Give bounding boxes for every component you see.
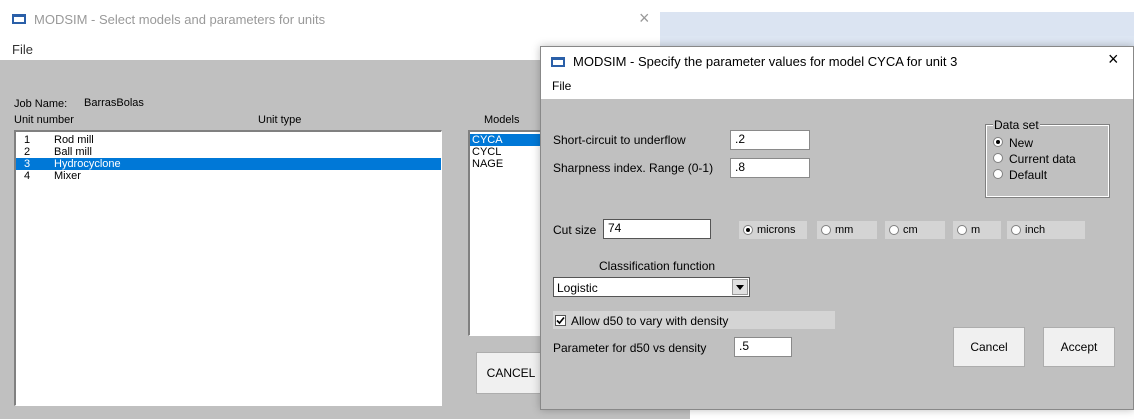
param-d50-input[interactable]: .5 [734, 337, 792, 357]
data-set-group: Data set New Current data Default [985, 118, 1110, 198]
front-close-icon[interactable]: × [1108, 49, 1119, 70]
param-d50-label: Parameter for d50 vs density [553, 341, 707, 355]
sharpness-input[interactable]: .8 [730, 158, 810, 178]
classification-label: Classification function [599, 259, 716, 273]
radio-icon [1011, 225, 1021, 235]
cut-size-label: Cut size [553, 223, 597, 237]
short-circuit-label: Short-circuit to underflow [553, 133, 686, 147]
radio-icon [993, 153, 1003, 163]
back-close-icon[interactable]: × [639, 8, 650, 29]
job-name-value: BarrasBolas [84, 97, 144, 109]
radio-icon [993, 169, 1003, 179]
radio-selected-icon [743, 225, 753, 235]
data-set-current-radio[interactable]: Current data [993, 152, 1103, 166]
unit-radio-microns[interactable]: microns [739, 221, 807, 239]
front-panel: Short-circuit to underflow .2 Sharpness … [541, 99, 1133, 409]
front-title-bar[interactable]: MODSIM - Specify the parameter values fo… [541, 47, 1133, 75]
list-item[interactable]: CYCL [470, 146, 547, 158]
list-item[interactable]: 2 Ball mill [16, 146, 441, 158]
unit-list[interactable]: 1 Rod mill 2 Ball mill 3 Hydrocyclone 4 … [14, 130, 442, 406]
accept-button[interactable]: Accept [1043, 327, 1115, 367]
list-item-selected[interactable]: 3 Hydrocyclone [16, 158, 441, 170]
background-window-area [660, 36, 1134, 46]
unit-type-header: Unit type [258, 114, 302, 126]
front-window: MODSIM - Specify the parameter values fo… [540, 46, 1134, 410]
radio-icon [957, 225, 967, 235]
models-header: Models [484, 114, 520, 126]
data-set-default-radio[interactable]: Default [993, 168, 1103, 182]
checkbox-checked-icon [555, 315, 566, 326]
classification-select[interactable]: Logistic [553, 277, 750, 297]
allow-d50-checkbox-row[interactable]: Allow d50 to vary with density [553, 311, 835, 329]
allow-d50-label: Allow d50 to vary with density [571, 314, 729, 328]
short-circuit-input[interactable]: .2 [730, 130, 810, 150]
models-list[interactable]: CYCA CYCL NAGE [468, 130, 548, 336]
list-item[interactable]: 1 Rod mill [16, 134, 441, 146]
back-menu-file[interactable]: File [12, 42, 33, 57]
unit-radio-mm[interactable]: mm [817, 221, 877, 239]
chevron-down-icon[interactable] [732, 279, 748, 295]
data-set-new-radio[interactable]: New [993, 136, 1103, 150]
app-icon [12, 14, 26, 24]
cut-size-input[interactable]: 74 [603, 219, 711, 239]
front-menu-file[interactable]: File [552, 79, 571, 93]
front-window-title: MODSIM - Specify the parameter values fo… [573, 54, 958, 69]
job-name-label: Job Name: [14, 98, 68, 110]
unit-number-header: Unit number [14, 114, 74, 126]
app-icon [551, 57, 565, 67]
back-title-bar[interactable]: MODSIM - Select models and parameters fo… [0, 0, 690, 36]
unit-radio-inch[interactable]: inch [1007, 221, 1085, 239]
list-item[interactable]: NAGE [470, 158, 547, 170]
classification-value: Logistic [557, 281, 598, 295]
list-item-selected[interactable]: CYCA [470, 134, 547, 146]
unit-radio-cm[interactable]: cm [885, 221, 945, 239]
unit-radio-m[interactable]: m [953, 221, 1001, 239]
back-cancel-button[interactable]: CANCEL [476, 352, 546, 394]
data-set-title: Data set [993, 118, 1040, 132]
list-item[interactable]: 4 Mixer [16, 170, 441, 182]
cancel-button[interactable]: Cancel [953, 327, 1025, 367]
background-window-strip [660, 12, 1134, 36]
radio-selected-icon [993, 137, 1003, 147]
back-window-title: MODSIM - Select models and parameters fo… [34, 12, 326, 27]
radio-icon [821, 225, 831, 235]
sharpness-label: Sharpness index. Range (0-1) [553, 161, 714, 175]
radio-icon [889, 225, 899, 235]
